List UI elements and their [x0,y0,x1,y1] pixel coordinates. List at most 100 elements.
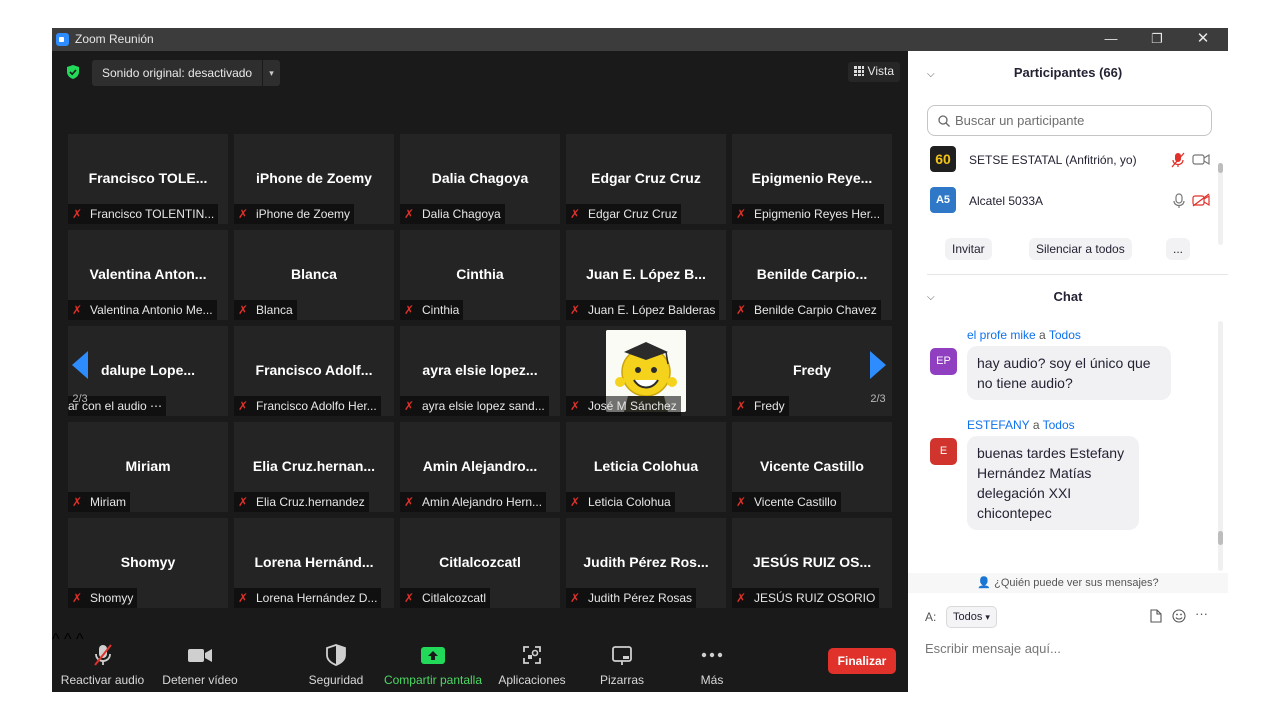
participant-display-name: Francisco TOLE... [88,170,208,186]
mic-muted-icon: ✗ [404,591,415,605]
participant-video-tile[interactable]: Benilde Carpio... ✗ Benilde Carpio Chavez [732,230,892,320]
chat-scroll-thumb[interactable] [1218,531,1223,545]
participant-video-tile[interactable]: Francisco Adolf... ✗ Francisco Adolfo Her.… [234,326,394,416]
participant-display-name: Dalia Chagoya [431,170,529,186]
mic-icon[interactable] [1173,193,1185,209]
participant-name: Elia Cruz.hernandez [256,495,365,509]
previous-page-button[interactable]: 2/3 [60,351,100,421]
participant-row[interactable]: 60 SETSE ESTATAL (Anfitrión, yo) [930,146,1210,174]
participant-video-tile[interactable]: Francisco TOLE... ✗ Francisco TOLENTIN... [68,134,228,224]
chat-more-icon[interactable]: ··· [1195,606,1208,621]
participant-name: Amin Alejandro Hern... [422,495,543,509]
participant-video-tile[interactable]: ✗ José M Sánchez [566,326,726,416]
side-panel: ⌵ Participantes (66) Buscar un participa… [908,51,1228,692]
participant-name: Francisco Adolfo Her... [256,399,377,413]
to-word: a [1032,418,1040,432]
participant-row[interactable]: A5 Alcatel 5033A [930,187,1210,215]
mic-muted-icon: ✗ [736,399,747,413]
participant-name-tag: ✗ Valentina Antonio Me... [68,300,217,320]
participant-name-tag: ✗ Fredy [732,396,789,416]
participant-name-tag: ✗ Epigmenio Reyes Her... [732,204,885,224]
participant-video-tile[interactable]: Vicente Castillo ✗ Vicente Castillo [732,422,892,512]
participant-name: Blanca [256,303,293,317]
participants-scrollbar[interactable] [1218,163,1223,245]
more-button[interactable]: Más [692,643,732,687]
participant-video-tile[interactable]: ayra elsie lopez... ✗ ayra elsie lopez san… [400,326,560,416]
stop-video-button[interactable]: Detener vídeo [160,643,240,687]
participant-video-tile[interactable]: Dalia Chagoya ✗ Dalia Chagoya [400,134,560,224]
page-indicator-right: 2/3 [870,393,886,405]
recipient-value: Todos [953,611,983,623]
encryption-shield-icon[interactable] [66,65,80,79]
next-page-button[interactable]: 2/3 [858,351,898,421]
mic-muted-icon[interactable] [1171,152,1185,168]
participant-video-tile[interactable]: Judith Pérez Ros... ✗ Judith Pérez Rosas [566,518,726,608]
participant-video-tile[interactable]: Miriam ✗ Miriam [68,422,228,512]
participant-name: ayra elsie lopez sand... [422,399,545,413]
unmute-button[interactable]: Reactivar audio [60,643,145,687]
participant-display-name: Valentina Anton... [89,266,207,282]
participant-video-tile[interactable]: JESÚS RUIZ OS... ✗ JESÚS RUIZ OSORIO [732,518,892,608]
participant-name: Dalia Chagoya [422,207,501,221]
share-screen-button[interactable]: Compartir pantalla [382,643,484,687]
video-camera-icon [188,649,212,662]
video-off-icon[interactable] [1192,193,1210,207]
meeting-topbar: Sonido original: desactivado ▾ Vista [52,51,908,93]
original-sound-select[interactable]: Sonido original: desactivado ▾ [92,60,280,86]
whiteboard-icon [612,646,632,665]
participant-video-tile[interactable]: Amin Alejandro... ✗ Amin Alejandro Hern... [400,422,560,512]
participant-video-tile[interactable]: Lorena Hernánd... ✗ Lorena Hernández D... [234,518,394,608]
participant-display-name: Edgar Cruz Cruz [591,170,701,186]
who-can-see-label: ¿Quién puede ver sus mensajes? [994,577,1159,589]
participant-name-tag: ✗ Elia Cruz.hernandez [234,492,369,512]
participant-video-tile[interactable]: Valentina Anton... ✗ Valentina Antonio Me.… [68,230,228,320]
participant-name-tag: ✗ Juan E. López Balderas [566,300,720,320]
sender-name[interactable]: ESTEFANY [967,418,1029,432]
video-camera-icon[interactable] [1192,152,1210,166]
participant-display-name: Juan E. López B... [586,266,706,282]
recipient-select[interactable]: Todos ▾ [946,606,997,628]
view-button[interactable]: Vista [847,62,900,82]
security-button[interactable]: Seguridad [306,643,366,687]
participant-video-tile[interactable]: Citlalcozcatl ✗ Citlalcozcatl [400,518,560,608]
audio-options-caret-icon[interactable]: ^ [52,631,60,648]
mic-muted-icon: ✗ [72,207,83,221]
sender-name[interactable]: el profe mike [967,328,1036,342]
chat-message-input[interactable]: Escribir mensaje aquí... [925,641,1061,656]
participant-display-name: Cinthia [456,266,504,282]
participant-video-tile[interactable]: Shomyy ✗ Shomyy [68,518,228,608]
mic-muted-icon: ✗ [736,207,747,221]
participant-video-tile[interactable]: Cinthia ✗ Cinthia [400,230,560,320]
invite-button[interactable]: Invitar [945,238,992,260]
participant-name-tag: ✗ Edgar Cruz Cruz [566,204,682,224]
mute-all-button[interactable]: Silenciar a todos [1029,238,1132,260]
minimize-button[interactable]: — [1088,28,1134,51]
file-icon[interactable] [1150,609,1162,623]
mic-muted-icon: ✗ [736,495,747,509]
participant-name-tag: ✗ Miriam [68,492,130,512]
participant-video-tile[interactable]: Edgar Cruz Cruz ✗ Edgar Cruz Cruz [566,134,726,224]
apps-button[interactable]: Aplicaciones [496,643,568,687]
chevron-down-icon[interactable]: ▾ [262,60,280,86]
whiteboards-button[interactable]: Pizarras [592,643,652,687]
end-meeting-button[interactable]: Finalizar [828,648,896,674]
meeting-area: Sonido original: desactivado ▾ Vista Fra… [52,51,908,692]
emoji-icon[interactable] [1172,609,1186,623]
participant-video-tile[interactable]: Juan E. López B... ✗ Juan E. López Baldera… [566,230,726,320]
participant-video-tile[interactable]: Elia Cruz.hernan... ✗ Elia Cruz.hernandez [234,422,394,512]
participant-name-tag: ✗ Citlalcozcatl [400,588,491,608]
message-sender: ESTEFANY a Todos [967,418,1075,432]
participants-scroll-thumb[interactable] [1218,163,1223,173]
participant-name: Citlalcozcatl [422,591,487,605]
who-can-see-messages-link[interactable]: 👤 ¿Quién puede ver sus mensajes? [908,573,1228,593]
participant-video-tile[interactable]: Leticia Colohua ✗ Leticia Colohua [566,422,726,512]
participant-display-name: Amin Alejandro... [422,458,538,474]
participant-display-name: Miriam [125,458,171,474]
participant-video-tile[interactable]: Epigmenio Reye... ✗ Epigmenio Reyes Her... [732,134,892,224]
participant-video-tile[interactable]: Blanca ✗ Blanca [234,230,394,320]
participant-search-input[interactable]: Buscar un participante [927,105,1212,136]
participants-more-button[interactable]: ... [1166,238,1191,260]
close-window-button[interactable]: ✕ [1180,28,1226,51]
restore-button[interactable]: ❐ [1134,28,1180,51]
participant-video-tile[interactable]: iPhone de Zoemy ✗ iPhone de Zoemy [234,134,394,224]
